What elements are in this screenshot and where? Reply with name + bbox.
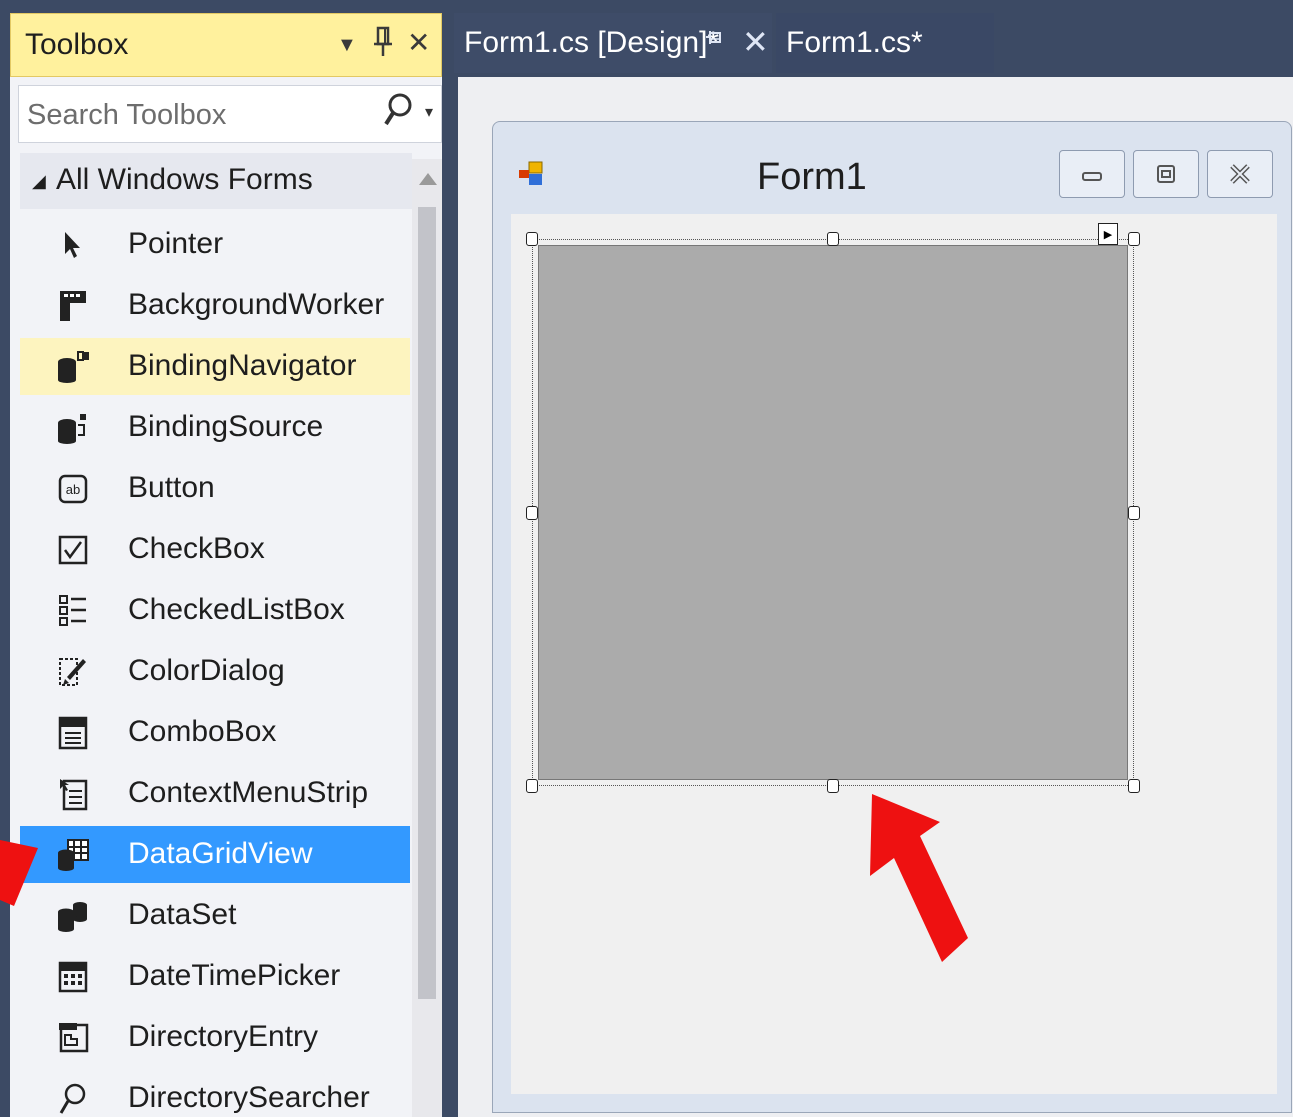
svg-text:ab: ab [66, 482, 80, 497]
resize-handle-bottom-right[interactable] [1128, 779, 1140, 793]
close-form-icon[interactable] [1207, 150, 1273, 198]
directory-entry-icon [56, 1021, 90, 1055]
toolbox-item-button[interactable]: ab Button [20, 460, 410, 517]
toolbox-group-label: All Windows Forms [56, 163, 313, 196]
toolbox-item-label: DirectoryEntry [128, 1020, 319, 1053]
tab-label: Form1.cs* [786, 26, 923, 59]
toolbox-item-label: BackgroundWorker [128, 288, 385, 321]
annotation-arrow-up [870, 794, 968, 962]
toolbox-item-data-set[interactable]: DataSet [20, 887, 410, 944]
binding-source-icon [56, 411, 90, 445]
close-icon[interactable]: ✕ [407, 26, 430, 59]
tab-form1-code[interactable]: Form1.cs* [776, 13, 994, 73]
color-dialog-icon [56, 655, 90, 689]
toolbox-item-binding-navigator[interactable]: BindingNavigator [20, 338, 410, 395]
document-tab-strip: Form1.cs [Design]* ✕ Form1.cs* [454, 13, 1293, 73]
annotation-arrow-left [0, 840, 38, 906]
toolbox-item-directory-entry[interactable]: DirectoryEntry [20, 1009, 410, 1066]
search-input[interactable] [25, 92, 369, 138]
toolbox-panel: Toolbox ▼ ✕ ▾ ◢ All Windows Forms Pointe… [10, 13, 442, 1117]
toolbox-item-label: BindingSource [128, 410, 324, 443]
resize-handle-top-right[interactable] [1128, 232, 1140, 246]
toolbox-item-date-time-picker[interactable]: DateTimePicker [20, 948, 410, 1005]
pin-icon[interactable] [373, 26, 393, 65]
window-position-dropdown-icon[interactable]: ▼ [337, 34, 357, 57]
search-icon[interactable] [383, 92, 413, 137]
smart-tag-arrow-icon[interactable]: ▶ [1098, 223, 1118, 245]
toolbox-search-box[interactable]: ▾ [18, 85, 442, 143]
background-worker-icon [56, 289, 90, 323]
toolbox-item-label: Pointer [128, 227, 224, 260]
toolbox-item-context-menu-strip[interactable]: ContextMenuStrip [20, 765, 410, 822]
toolbox-item-background-worker[interactable]: BackgroundWorker [20, 277, 410, 334]
toolbox-item-label: DataSet [128, 898, 237, 931]
toolbox-item-label: CheckBox [128, 532, 265, 565]
toolbox-item-label: DateTimePicker [128, 959, 341, 992]
data-grid-view-control[interactable] [538, 245, 1128, 780]
close-tab-icon[interactable]: ✕ [742, 23, 769, 61]
toolbox-item-pointer[interactable]: Pointer [20, 216, 410, 273]
resize-handle-left[interactable] [526, 506, 538, 520]
toolbox-item-checkbox[interactable]: CheckBox [20, 521, 410, 578]
toolbox-item-label: BindingNavigator [128, 349, 357, 382]
toolbox-title-bar: Toolbox ▼ ✕ [10, 13, 442, 77]
form-title: Form1 [757, 156, 867, 198]
toolbox-item-directory-searcher[interactable]: DirectorySearcher [20, 1070, 410, 1117]
toolbox-item-binding-source[interactable]: BindingSource [20, 399, 410, 456]
toolbox-item-data-grid-view[interactable]: DataGridView [20, 826, 410, 883]
data-grid-view-icon [56, 838, 90, 872]
toolbox-item-checked-list-box[interactable]: CheckedListBox [20, 582, 410, 639]
toolbox-item-color-dialog[interactable]: ColorDialog [20, 643, 410, 700]
form-app-icon [517, 160, 545, 188]
search-options-dropdown-icon[interactable]: ▾ [425, 102, 433, 122]
toolbox-title: Toolbox [25, 28, 129, 61]
tab-label: Form1.cs [Design]* [464, 26, 720, 59]
toolbox-item-label: DataGridView [128, 837, 313, 870]
context-menu-strip-icon [56, 777, 90, 811]
toolbox-item-label: ContextMenuStrip [128, 776, 369, 809]
tab-form1-design[interactable]: Form1.cs [Design]* ✕ [454, 13, 772, 73]
directory-searcher-icon [56, 1082, 90, 1116]
collapse-triangle-icon[interactable]: ◢ [32, 171, 46, 192]
toolbox-scrollbar[interactable] [412, 159, 442, 1117]
date-time-picker-icon [56, 960, 90, 994]
toolbox-item-label: ColorDialog [128, 654, 285, 687]
checkbox-icon [56, 533, 90, 567]
pin-tab-icon[interactable] [704, 29, 726, 55]
checked-list-box-icon [56, 594, 90, 628]
resize-handle-bottom[interactable] [827, 779, 839, 793]
toolbox-item-combo-box[interactable]: ComboBox [20, 704, 410, 761]
resize-handle-top[interactable] [827, 232, 839, 246]
resize-handle-top-left[interactable] [526, 232, 538, 246]
binding-navigator-icon [56, 350, 90, 384]
data-set-icon [56, 899, 90, 933]
pointer-icon [56, 228, 90, 262]
toolbox-item-label: CheckedListBox [128, 593, 345, 626]
maximize-icon[interactable] [1133, 150, 1199, 198]
toolbox-item-label: ComboBox [128, 715, 277, 748]
button-icon: ab [56, 472, 90, 506]
toolbox-group-header[interactable]: ◢ All Windows Forms [20, 153, 412, 209]
toolbox-item-list: ◢ All Windows Forms Pointer BackgroundWo… [20, 153, 412, 1117]
scrollbar-thumb[interactable] [418, 207, 436, 999]
scroll-up-arrow-icon[interactable] [419, 173, 437, 185]
combo-box-icon [56, 716, 90, 750]
toolbox-item-label: DirectorySearcher [128, 1081, 370, 1114]
minimize-icon[interactable] [1059, 150, 1125, 198]
toolbox-item-label: Button [128, 471, 215, 504]
resize-handle-bottom-left[interactable] [526, 779, 538, 793]
resize-handle-right[interactable] [1128, 506, 1140, 520]
